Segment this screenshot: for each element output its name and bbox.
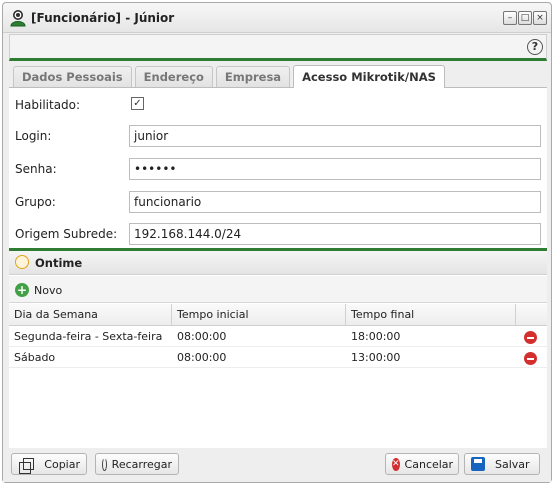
senha-label: Senha: xyxy=(15,162,57,176)
origem-label: Origem Subrede: xyxy=(15,227,118,241)
table-row[interactable]: Segunda-feira - Sexta-feira 08:00:00 18:… xyxy=(9,327,547,347)
minimize-button[interactable]: – xyxy=(503,11,517,25)
cell-fim: 18:00:00 xyxy=(351,330,401,343)
clock-icon xyxy=(15,255,29,269)
maximize-button[interactable]: □ xyxy=(518,11,532,25)
recarregar-label: Recarregar xyxy=(111,457,172,471)
grupo-row: Grupo: funcionario xyxy=(9,191,547,213)
employee-window: [Funcionário] - Júnior – □ × ? Dados Pes… xyxy=(2,2,552,483)
origem-subrede-field[interactable]: 192.168.144.0/24 xyxy=(129,223,541,245)
window-controls: – □ × xyxy=(502,11,547,25)
habilitado-label: Habilitado: xyxy=(15,98,81,112)
title-bar[interactable]: [Funcionário] - Júnior – □ × xyxy=(3,3,551,33)
recarregar-button[interactable]: Recarregar xyxy=(95,453,179,475)
close-button[interactable]: × xyxy=(533,11,547,25)
window-title: [Funcionário] - Júnior xyxy=(31,11,175,25)
ontime-toolbar: + Novo xyxy=(9,276,547,303)
plus-icon: + xyxy=(15,283,29,297)
cell-inicio: 08:00:00 xyxy=(177,351,227,364)
col-tempo-final[interactable]: Tempo final xyxy=(346,304,516,326)
salvar-label: Salvar xyxy=(495,457,530,471)
cancelar-label: Cancelar xyxy=(404,457,454,471)
reload-icon xyxy=(102,457,107,471)
origem-row: Origem Subrede: 192.168.144.0/24 xyxy=(9,223,547,245)
delete-icon[interactable] xyxy=(524,331,537,344)
habilitado-checkbox[interactable]: ✓ xyxy=(131,97,144,110)
login-row: Login: junior xyxy=(9,125,547,147)
tab-empresa[interactable]: Empresa xyxy=(215,66,291,87)
login-field[interactable]: junior xyxy=(129,125,541,147)
table-row[interactable]: Sábado 08:00:00 13:00:00 xyxy=(9,348,547,368)
salvar-button[interactable]: Salvar xyxy=(464,453,540,475)
col-dia-semana[interactable]: Dia da Semana xyxy=(9,304,172,326)
access-form: Habilitado: ✓ Login: junior Senha: •••••… xyxy=(9,88,547,248)
grupo-label: Grupo: xyxy=(15,195,56,209)
habilitado-row: Habilitado: ✓ xyxy=(9,94,547,116)
footer-bar: Copiar Recarregar ✕ Cancelar Salvar xyxy=(3,449,551,482)
ontime-header[interactable]: Ontime xyxy=(9,251,547,275)
login-label: Login: xyxy=(15,129,52,143)
tab-dados-pessoais[interactable]: Dados Pessoais xyxy=(13,66,132,87)
cell-dia: Sábado xyxy=(14,351,56,364)
cancel-icon: ✕ xyxy=(392,457,400,471)
senha-row: Senha: •••••• xyxy=(9,158,547,180)
novo-button[interactable]: + Novo xyxy=(15,281,62,299)
top-toolbar: ? xyxy=(9,34,547,61)
copiar-label: Copiar xyxy=(44,457,80,471)
cell-dia: Segunda-feira - Sexta-feira xyxy=(14,330,163,343)
cancelar-button[interactable]: ✕ Cancelar xyxy=(385,453,459,475)
copy-icon xyxy=(18,458,35,474)
ontime-title: Ontime xyxy=(35,256,83,270)
tab-endereco[interactable]: Endereço xyxy=(134,66,213,87)
tab-strip: Dados Pessoais Endereço Empresa Acesso M… xyxy=(9,64,547,88)
ontime-panel: Ontime + Novo Dia da Semana Tempo inicia… xyxy=(9,248,547,448)
novo-label: Novo xyxy=(34,283,63,297)
delete-icon[interactable] xyxy=(524,352,537,365)
save-icon xyxy=(471,457,485,471)
senha-field[interactable]: •••••• xyxy=(129,158,541,180)
tab-acesso-mikrotik[interactable]: Acesso Mikrotik/NAS xyxy=(293,65,445,88)
copiar-button[interactable]: Copiar xyxy=(11,453,87,475)
col-tempo-inicial[interactable]: Tempo inicial xyxy=(172,304,346,326)
help-icon[interactable]: ? xyxy=(527,39,543,55)
grupo-field[interactable]: funcionario xyxy=(129,191,541,213)
cell-fim: 13:00:00 xyxy=(351,351,401,364)
user-icon xyxy=(10,10,26,27)
grid-header: Dia da Semana Tempo inicial Tempo final xyxy=(9,304,547,326)
cell-inicio: 08:00:00 xyxy=(177,330,227,343)
